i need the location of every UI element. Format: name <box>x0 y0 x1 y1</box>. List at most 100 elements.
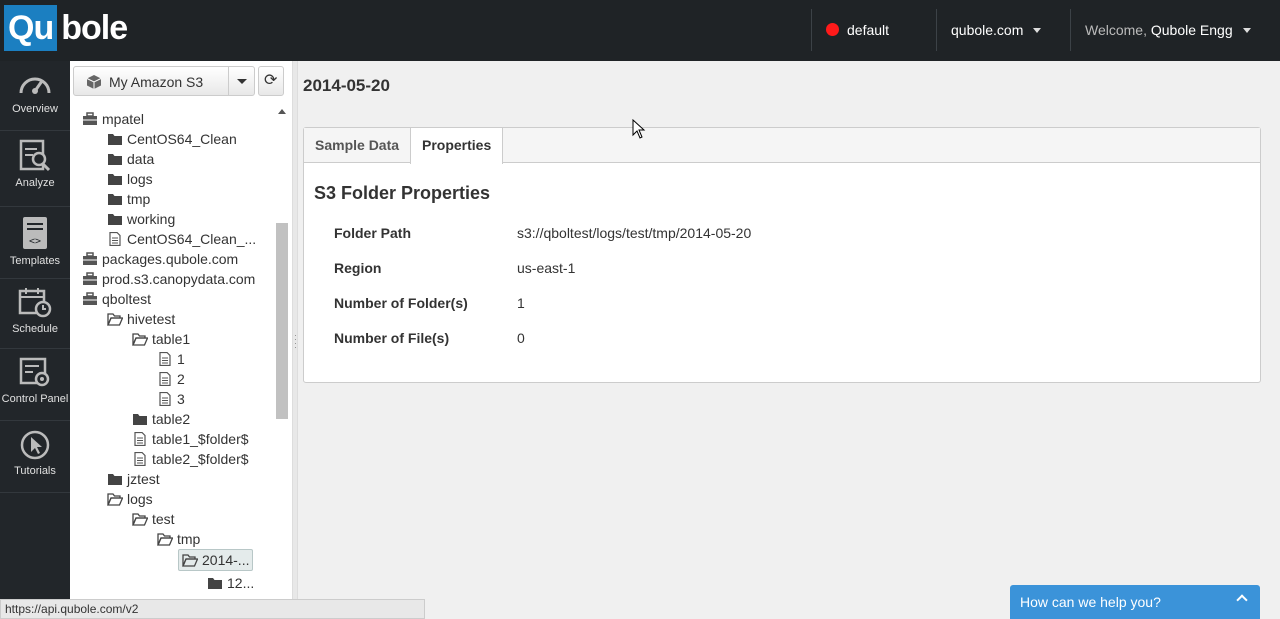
tree-node[interactable]: qboltest <box>82 289 151 309</box>
folder-icon <box>108 214 122 225</box>
storage-select[interactable]: My Amazon S3 <box>73 66 255 96</box>
briefcase-icon <box>83 272 97 285</box>
briefcase-icon <box>83 252 97 265</box>
nav-tutorials[interactable]: Tutorials <box>0 421 70 493</box>
storage-select-toggle[interactable] <box>228 67 254 95</box>
s3-tree: mpatel CentOS64_Cleandata logs tmp working Ce… <box>70 103 292 599</box>
property-key: Folder Path <box>334 225 412 241</box>
file-icon <box>109 232 121 246</box>
folder-open-icon <box>157 533 173 546</box>
nav-label: Analyze <box>15 177 55 189</box>
header-divider <box>1070 9 1071 51</box>
s3-explorer-panel: My Amazon S3 ⟳ mpatel CentOS64_Cleandata l… <box>70 61 292 599</box>
folder-open-icon <box>107 313 123 326</box>
tree-node-label: logs <box>127 491 153 507</box>
control-panel-icon <box>19 357 50 387</box>
user-name: Qubole Engg <box>1150 22 1233 38</box>
tree-node[interactable]: mpatel <box>82 109 144 129</box>
analyze-icon <box>19 139 51 172</box>
tree-node-label: tmp <box>177 531 201 547</box>
header-divider <box>811 9 812 51</box>
environment-indicator[interactable]: default <box>826 0 889 61</box>
folder-icon <box>108 474 122 485</box>
nav-label: Overview <box>12 103 58 115</box>
tree-node-label: 2 <box>177 371 185 387</box>
property-key: Region <box>334 260 382 276</box>
properties-title: S3 Folder Properties <box>314 183 491 203</box>
storage-select-label: My Amazon S3 <box>109 74 204 90</box>
tree-node-label: table2_$folder$ <box>152 451 249 467</box>
tree-scrollbar[interactable] <box>275 103 289 599</box>
tab-sample-data[interactable]: Sample Data <box>304 128 410 163</box>
nav-overview[interactable]: Overview <box>0 61 70 131</box>
tree-node[interactable]: 1 <box>157 349 185 369</box>
property-key: Number of Folder(s) <box>334 295 468 311</box>
qubole-logo[interactable]: Qu bole <box>4 5 128 51</box>
folder-icon <box>108 154 122 165</box>
help-widget-label: How can we help you? <box>1020 594 1161 610</box>
nav-label: Templates <box>9 255 61 267</box>
tree-node[interactable]: CentOS64_Clean <box>107 129 237 149</box>
tree-node[interactable]: logs <box>107 489 153 509</box>
tree-node[interactable]: packages.qubole.com <box>82 249 238 269</box>
tree-node-label: packages.qubole.com <box>102 251 239 267</box>
tree-node[interactable]: CentOS64_Clean_... <box>107 229 256 249</box>
properties-panel: Sample Data Properties S3 Folder Propert… <box>303 127 1261 383</box>
cursor-icon <box>20 430 50 460</box>
tree-node[interactable]: logs <box>107 169 153 189</box>
tree-node-label: logs <box>127 171 153 187</box>
folder-open-icon <box>132 333 148 346</box>
environment-label: default <box>847 22 890 38</box>
help-widget[interactable]: How can we help you? <box>1010 585 1260 619</box>
header-divider <box>936 9 937 51</box>
tree-node[interactable]: test <box>132 509 175 529</box>
tree-node[interactable]: table1_$folder$ <box>132 429 249 449</box>
refresh-button[interactable]: ⟳ <box>258 66 284 96</box>
tree-node[interactable]: tmp <box>157 529 200 549</box>
folder-icon <box>108 174 122 185</box>
splitter-grip-icon: · · · · <box>294 330 297 352</box>
tree-node-label: hivetest <box>127 311 176 327</box>
tree-node[interactable]: 3 <box>157 389 185 409</box>
folder-open-icon <box>182 554 198 567</box>
scroll-up-icon[interactable] <box>278 109 286 114</box>
tree-node[interactable]: 12... <box>207 573 254 593</box>
status-url-bar: https://api.qubole.com/v2 <box>0 599 425 619</box>
tree-node[interactable]: 2 <box>157 369 185 389</box>
tree-node[interactable]: hivetest <box>107 309 175 329</box>
tab-properties[interactable]: Properties <box>410 128 504 164</box>
property-value: us-east-1 <box>517 260 576 276</box>
tree-node-label: 3 <box>177 391 185 407</box>
tree-node-label: test <box>152 511 175 527</box>
file-icon <box>134 432 146 446</box>
user-menu[interactable]: Welcome, Qubole Engg <box>1085 0 1251 61</box>
file-icon <box>159 392 171 406</box>
folder-icon <box>108 134 122 145</box>
tree-node[interactable]: 2014-... <box>178 549 254 571</box>
caret-down-icon <box>1033 28 1042 33</box>
tree-node[interactable]: prod.s3.canopydata.com <box>82 269 255 289</box>
tree-node[interactable]: data <box>107 149 154 169</box>
file-icon <box>134 452 146 466</box>
chevron-up-icon[interactable] <box>1236 594 1248 606</box>
nav-control-panel[interactable]: Control Panel <box>0 349 70 421</box>
nav-schedule[interactable]: Schedule <box>0 279 70 349</box>
tree-node-label: table1_$folder$ <box>152 431 249 447</box>
scrollbar-thumb[interactable] <box>276 223 288 419</box>
nav-templates[interactable]: <> Templates <box>0 207 70 279</box>
panel-splitter[interactable]: · · · · <box>292 61 298 619</box>
tree-node-label: working <box>127 211 176 227</box>
tree-node[interactable]: table1 <box>132 329 190 349</box>
nav-analyze[interactable]: Analyze <box>0 131 70 207</box>
tree-node[interactable]: jztest <box>107 469 160 489</box>
tree-node[interactable]: tmp <box>107 189 150 209</box>
tabs-bar: Sample Data Properties <box>304 128 1260 164</box>
left-nav: Overview Analyze <> Templates Schedule C… <box>0 61 70 619</box>
tree-node[interactable]: table2 <box>132 409 190 429</box>
folder-icon <box>108 194 122 205</box>
account-dropdown[interactable]: qubole.com <box>951 0 1042 61</box>
cube-icon <box>86 75 102 89</box>
tree-node-label: CentOS64_Clean <box>127 131 237 147</box>
tree-node[interactable]: table2_$folder$ <box>132 449 249 469</box>
tree-node[interactable]: working <box>107 209 175 229</box>
